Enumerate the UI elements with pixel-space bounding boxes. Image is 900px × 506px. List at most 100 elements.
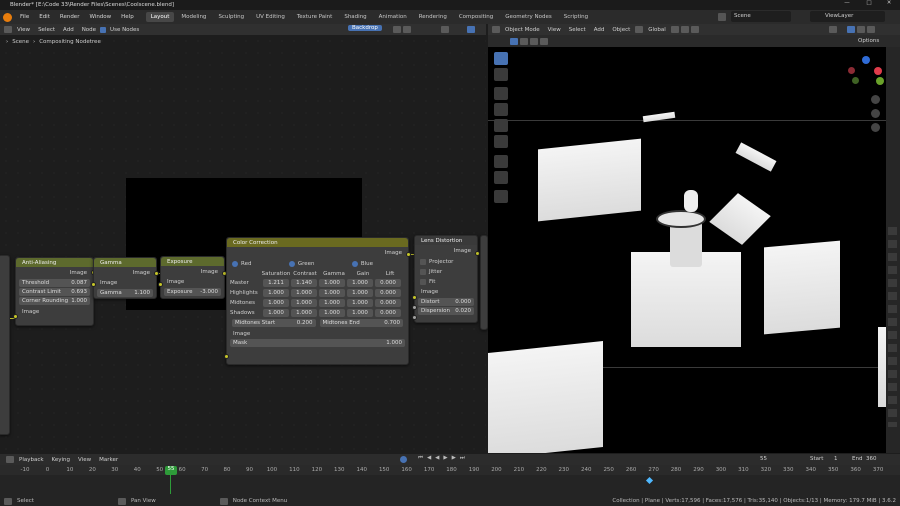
playback-controls[interactable]: ⏮◀◀▶▶⏭ [418,455,469,462]
tab-texture-paint[interactable]: Texture Paint [292,12,338,22]
rotate-tool-icon[interactable] [494,103,508,116]
tab-rendering[interactable]: Rendering [414,12,452,22]
tab-animation[interactable]: Animation [374,12,412,22]
cube-object[interactable] [764,240,840,335]
correction-value-field[interactable]: 1.000 [319,309,345,317]
navigation-gizmo[interactable] [848,55,888,95]
timeline-menu-playback[interactable]: Playback [15,457,48,463]
timeline[interactable]: Playback Keying View Marker ⏮◀◀▶▶⏭ 55 St… [0,454,900,496]
shading-rendered-icon[interactable] [867,26,875,33]
scene-selector[interactable]: Scene [731,11,791,22]
node-anti-aliasing[interactable]: Anti-Aliasing Image Threshold 0.087 Contr… [13,257,96,326]
pan-hand-icon[interactable] [871,109,880,118]
move-tool-icon[interactable] [494,87,508,100]
end-field[interactable]: 360 [866,456,877,462]
node-header[interactable]: Exposure [161,257,224,266]
backdrop-alpha-icon[interactable] [403,26,411,33]
viewport-menu-view[interactable]: View [544,27,565,33]
node-header[interactable]: Color Correction [227,238,408,247]
tab-compositing[interactable]: Compositing [454,12,498,22]
fit-toggle[interactable]: Fit [415,277,477,287]
close-icon[interactable]: ✕ [878,0,900,10]
x-axis-icon[interactable] [874,67,882,75]
viewport-menu-add[interactable]: Add [590,27,609,33]
correction-value-field[interactable]: 1.000 [291,299,317,307]
dispersion-socket[interactable] [412,315,417,320]
correction-value-field[interactable]: 1.000 [291,289,317,297]
mask-field[interactable]: Mask 1.000 [230,339,405,347]
correction-value-field[interactable]: 1.000 [263,299,289,307]
menu-help[interactable]: Help [116,14,139,20]
input-socket[interactable] [158,282,163,287]
add-cube-tool-icon[interactable] [494,190,508,203]
select-extend-icon[interactable] [520,37,528,45]
tab-layout[interactable]: Layout [145,12,175,22]
tab-shading[interactable]: Shading [339,12,371,22]
tab-scripting[interactable]: Scripting [559,12,593,22]
contrast-limit-field[interactable]: Contrast Limit 0.693 [19,288,90,296]
scale-tool-icon[interactable] [494,119,508,132]
correction-value-field[interactable]: 1.000 [263,309,289,317]
minimize-icon[interactable]: — [836,0,858,10]
midtones-end-field[interactable]: Midtones End 0.700 [319,319,403,327]
red-toggle[interactable]: Red [232,261,251,267]
node-header[interactable]: Gamma [94,258,156,267]
editor-type-icon[interactable] [4,26,12,33]
timeline-menu-marker[interactable]: Marker [95,457,122,463]
y-axis-icon[interactable] [876,77,884,85]
menu-render[interactable]: Render [55,14,85,20]
input-socket[interactable] [224,354,229,359]
compositor-menu-view[interactable]: View [13,27,34,33]
node-exposure[interactable]: Exposure Image Image Exposure -3.000 [158,256,227,299]
green-toggle[interactable]: Green [288,261,314,267]
current-frame-field[interactable]: 55 [760,456,767,462]
neg-y-axis-icon[interactable] [852,77,859,84]
annotate-tool-icon[interactable] [494,155,508,168]
correction-value-field[interactable]: 1.000 [347,299,373,307]
figurine-object[interactable] [684,190,698,212]
menu-edit[interactable]: Edit [34,14,55,20]
viewport-menu-select[interactable]: Select [565,27,590,33]
neg-x-axis-icon[interactable] [848,67,855,74]
backdrop-button[interactable]: Backdrop [348,25,382,31]
correction-value-field[interactable]: 1.000 [347,309,373,317]
viewport-menu-object[interactable]: Object [608,27,634,33]
correction-value-field[interactable]: 1.140 [291,279,317,287]
transform-tool-icon[interactable] [494,135,508,148]
correction-value-field[interactable]: 1.000 [291,309,317,317]
select-mode-icon[interactable] [510,37,518,45]
exposure-field[interactable]: Exposure -3.000 [164,288,221,296]
correction-value-field[interactable]: 1.211 [263,279,289,287]
compositor-menu-node[interactable]: Node [78,27,100,33]
maximize-icon[interactable]: □ [858,0,880,10]
blue-toggle[interactable]: Blue [351,261,373,267]
correction-value-field[interactable]: 0.000 [375,299,401,307]
shading-material-icon[interactable] [857,26,865,33]
keyframe-icon[interactable] [645,476,654,485]
tab-uv-editing[interactable]: UV Editing [251,12,290,22]
zoom-icon[interactable] [871,95,880,104]
plane-object[interactable] [735,142,777,172]
correction-value-field[interactable]: 0.000 [375,309,401,317]
menu-window[interactable]: Window [84,14,116,20]
properties-tabs[interactable] [888,227,897,427]
midtones-start-field[interactable]: Midtones Start 0.200 [232,319,316,327]
correction-value-field[interactable]: 1.000 [347,279,373,287]
threshold-field[interactable]: Threshold 0.087 [19,279,90,287]
proportional-edit-icon[interactable] [690,26,699,33]
overlays-icon[interactable] [467,26,475,33]
node-color-correction[interactable]: Color Correction Image Red Green Blue Sa… [224,237,411,365]
offscreen-node[interactable] [0,255,10,435]
blender-logo-icon[interactable] [3,12,12,22]
correction-value-field[interactable]: 1.000 [263,289,289,297]
select-subtract-icon[interactable] [530,37,538,45]
tab-sculpting[interactable]: Sculpting [213,12,249,22]
mode-selector[interactable]: Object Mode [501,27,544,33]
input-socket[interactable] [13,314,18,319]
corner-rounding-field[interactable]: Corner Rounding 1.000 [19,297,90,305]
offscreen-node[interactable] [480,235,488,330]
camera-view-icon[interactable] [871,123,880,132]
snap-icon[interactable] [441,26,449,33]
correction-value-field[interactable]: 1.000 [319,279,345,287]
dispersion-field[interactable]: Dispersion 0.020 [418,307,474,315]
